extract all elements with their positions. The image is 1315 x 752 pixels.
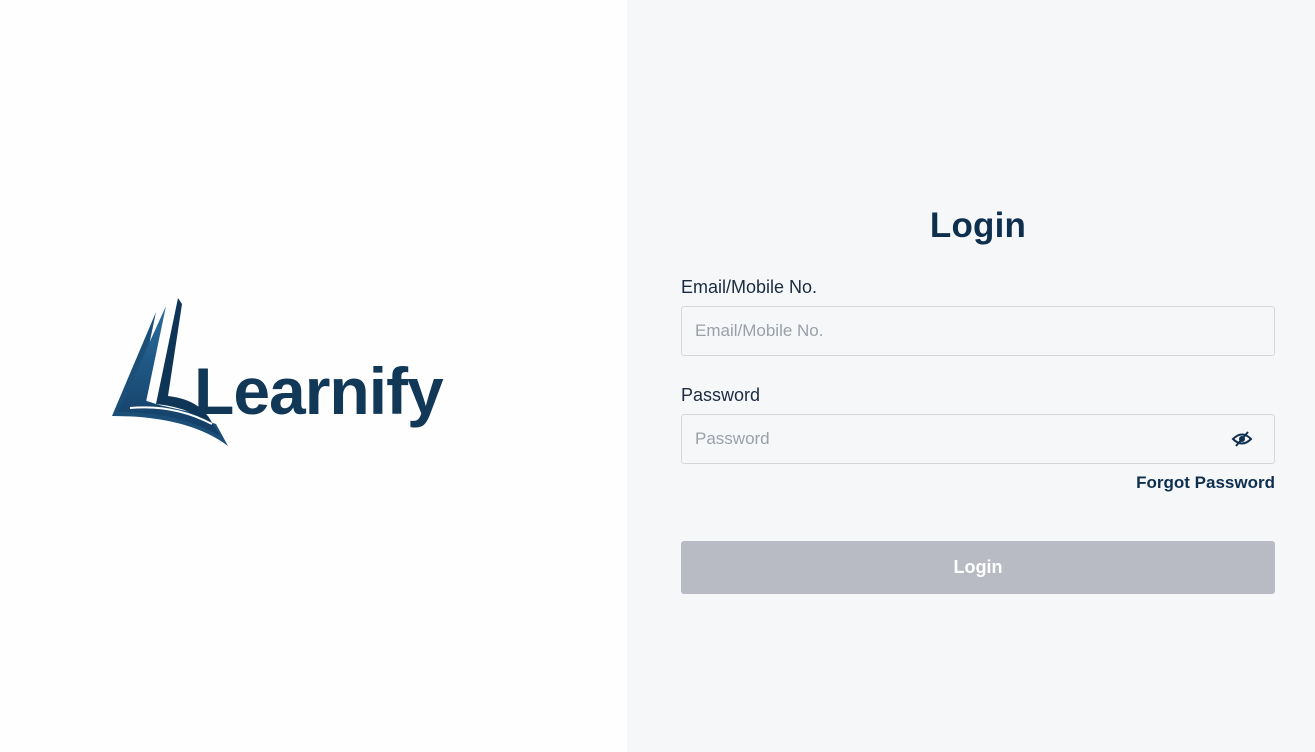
password-field-wrapper bbox=[681, 414, 1275, 464]
login-button[interactable]: Login bbox=[681, 541, 1275, 594]
email-label: Email/Mobile No. bbox=[681, 277, 818, 297]
login-form: Login Email/Mobile No. Password Forgot P… bbox=[681, 200, 1275, 594]
password-label: Password bbox=[681, 385, 761, 405]
password-input[interactable] bbox=[681, 414, 1275, 464]
email-field-wrapper bbox=[681, 306, 1275, 356]
open-book-logo-icon: Learnify bbox=[112, 298, 445, 446]
brand-panel: Learnify bbox=[0, 0, 627, 752]
forgot-password-row: Forgot Password bbox=[681, 473, 1275, 495]
eye-slash-icon[interactable] bbox=[1231, 429, 1253, 449]
login-panel: Login Email/Mobile No. Password Forgot P… bbox=[627, 0, 1315, 752]
forgot-password-link[interactable]: Forgot Password bbox=[1136, 473, 1275, 492]
email-input[interactable] bbox=[681, 306, 1275, 356]
learnify-logo: Learnify bbox=[108, 296, 448, 456]
logo-wordmark: Learnify bbox=[194, 354, 444, 428]
page-title: Login bbox=[929, 206, 1027, 245]
